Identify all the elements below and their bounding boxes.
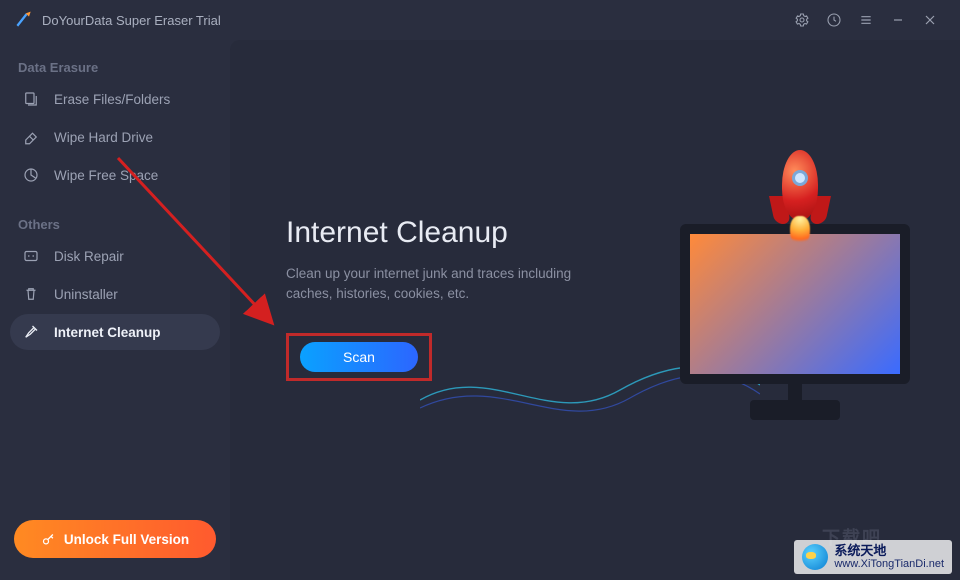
broom-icon <box>22 323 40 341</box>
sidebar-item-label: Uninstaller <box>54 287 118 302</box>
scan-button[interactable]: Scan <box>300 342 418 372</box>
close-icon[interactable] <box>914 4 946 36</box>
watermark-badge: 系统天地 www.XiTongTianDi.net <box>794 540 952 574</box>
rocket-icon <box>770 150 830 250</box>
app-logo-icon <box>14 10 34 30</box>
watermark-url: www.XiTongTianDi.net <box>834 558 944 570</box>
sidebar: Data Erasure Erase Files/Folders Wipe Ha… <box>0 40 230 580</box>
app-title: DoYourData Super Eraser Trial <box>42 13 221 28</box>
files-icon <box>22 90 40 108</box>
trash-icon <box>22 285 40 303</box>
sidebar-item-label: Internet Cleanup <box>54 325 161 340</box>
monitor-stand-icon <box>750 400 840 420</box>
sidebar-item-internet-cleanup[interactable]: Internet Cleanup <box>10 314 220 350</box>
content-area: Internet Cleanup Clean up your internet … <box>230 40 960 580</box>
sidebar-item-label: Wipe Hard Drive <box>54 130 153 145</box>
sidebar-item-wipe-free-space[interactable]: Wipe Free Space <box>10 157 220 193</box>
unlock-label: Unlock Full Version <box>64 532 189 547</box>
rocket-monitor-illustration <box>660 160 930 420</box>
sidebar-item-erase-files[interactable]: Erase Files/Folders <box>10 81 220 117</box>
titlebar: DoYourData Super Eraser Trial <box>0 0 960 40</box>
history-icon[interactable] <box>818 4 850 36</box>
drive-eraser-icon <box>22 128 40 146</box>
pie-icon <box>22 166 40 184</box>
key-icon <box>41 532 56 547</box>
disk-repair-icon <box>22 247 40 265</box>
page-description: Clean up your internet junk and traces i… <box>286 264 596 305</box>
watermark-brand: 系统天地 <box>834 543 886 558</box>
sidebar-item-label: Wipe Free Space <box>54 168 158 183</box>
globe-icon <box>802 544 828 570</box>
scan-highlight-box: Scan <box>286 333 432 381</box>
minimize-icon[interactable] <box>882 4 914 36</box>
menu-icon[interactable] <box>850 4 882 36</box>
sidebar-section-data-erasure: Data Erasure <box>18 60 212 75</box>
unlock-full-version-button[interactable]: Unlock Full Version <box>14 520 216 558</box>
sidebar-item-label: Disk Repair <box>54 249 124 264</box>
sidebar-item-disk-repair[interactable]: Disk Repair <box>10 238 220 274</box>
sidebar-item-wipe-drive[interactable]: Wipe Hard Drive <box>10 119 220 155</box>
settings-icon[interactable] <box>786 4 818 36</box>
sidebar-item-uninstaller[interactable]: Uninstaller <box>10 276 220 312</box>
sidebar-section-others: Others <box>18 217 212 232</box>
sidebar-item-label: Erase Files/Folders <box>54 92 170 107</box>
